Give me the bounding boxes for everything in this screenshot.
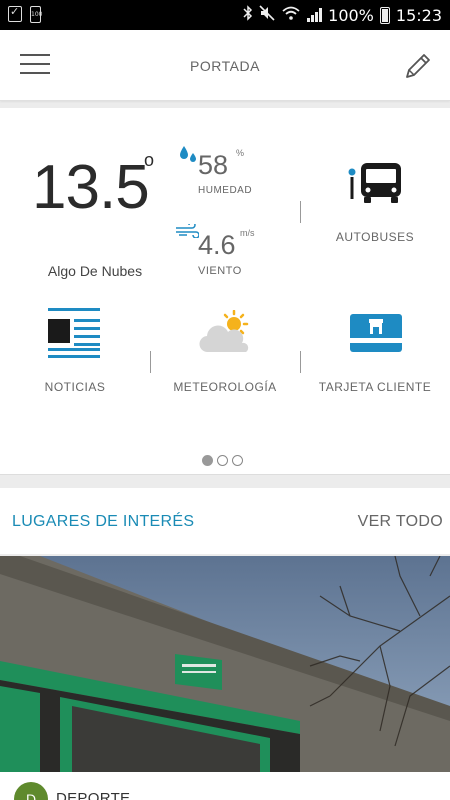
page-indicator[interactable] bbox=[202, 455, 243, 466]
dashboard-card: 13.5 o Algo De Nubes 58 % HUMEDAD 4.6 m/… bbox=[0, 108, 450, 475]
checklist-icon bbox=[8, 5, 22, 22]
weather-description: Algo De Nubes bbox=[47, 263, 143, 279]
divider bbox=[300, 201, 301, 223]
system-icons: 100% 15:23 bbox=[243, 5, 442, 25]
page-title: PORTADA bbox=[190, 58, 260, 74]
tile-tarjeta-cliente[interactable]: TARJETA CLIENTE bbox=[315, 380, 435, 394]
temperature-value: 13.5 bbox=[32, 153, 150, 222]
divider bbox=[150, 351, 151, 373]
wind-icon bbox=[175, 221, 200, 239]
battery-percent: 100% bbox=[328, 5, 374, 25]
bluetooth-icon bbox=[243, 5, 253, 25]
wind-unit: m/s bbox=[240, 228, 255, 238]
view-all-link[interactable]: VER TODO bbox=[358, 513, 443, 531]
partly-cloudy-icon[interactable] bbox=[198, 309, 254, 356]
tile-meteorologia[interactable]: METEOROLOGÍA bbox=[165, 380, 285, 394]
degree-symbol: o bbox=[144, 150, 155, 170]
pencil-icon[interactable] bbox=[402, 50, 434, 82]
wind-label: VIENTO bbox=[198, 265, 242, 277]
divider bbox=[300, 351, 301, 373]
battery-icon bbox=[379, 6, 390, 24]
mute-icon bbox=[259, 5, 275, 25]
page-dot[interactable] bbox=[217, 455, 228, 466]
client-card-icon[interactable] bbox=[350, 314, 402, 352]
humidity-value: 58 bbox=[198, 150, 229, 180]
interest-section-header: LUGARES DE INTERÉS VER TODO bbox=[0, 488, 450, 554]
status-bar: 100 100% 15:23 bbox=[0, 0, 450, 778]
humidity-label: HUMEDAD bbox=[198, 185, 253, 196]
place-photo[interactable] bbox=[0, 556, 450, 772]
humidity-icon bbox=[178, 144, 198, 164]
category-label: DEPORTE bbox=[56, 790, 131, 800]
page-dot[interactable] bbox=[232, 455, 243, 466]
signal-icon bbox=[307, 8, 323, 22]
section-title: LUGARES DE INTERÉS bbox=[12, 513, 195, 530]
tile-noticias[interactable]: NOTICIAS bbox=[15, 380, 135, 394]
battery-saver-icon: 100 bbox=[30, 6, 42, 23]
app-bar: PORTADA bbox=[0, 30, 450, 101]
tile-autobuses[interactable]: AUTOBUSES bbox=[315, 230, 435, 244]
wifi-icon bbox=[281, 5, 301, 25]
newspaper-icon[interactable] bbox=[48, 308, 102, 358]
bus-stop-icon[interactable] bbox=[348, 160, 404, 206]
page-dot[interactable] bbox=[202, 455, 213, 466]
notification-icons: 100 bbox=[8, 5, 450, 778]
clock: 15:23 bbox=[395, 5, 442, 25]
humidity-unit: % bbox=[236, 148, 245, 158]
wind-value: 4.6 bbox=[198, 230, 236, 260]
